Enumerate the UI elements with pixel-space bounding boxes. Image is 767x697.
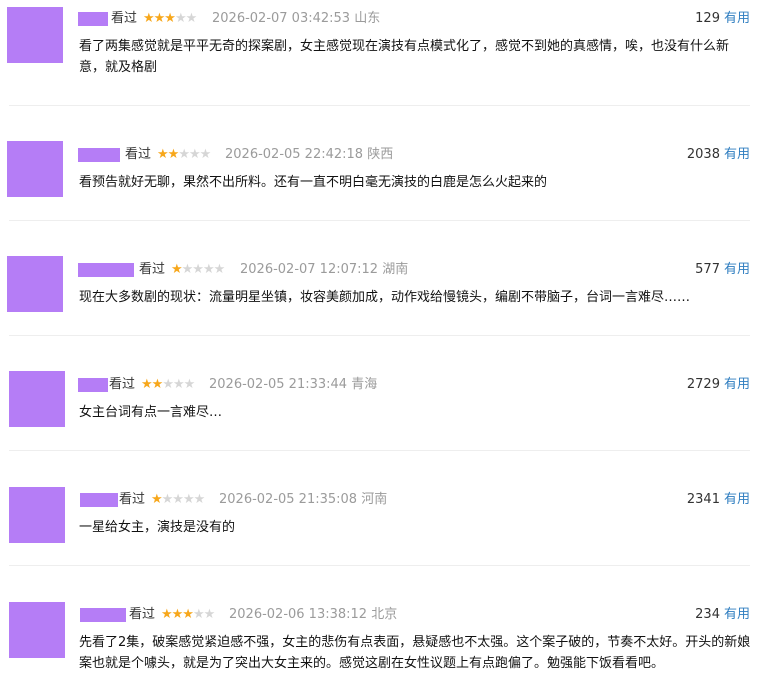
vote-area: 2038 有用 xyxy=(687,147,750,163)
rating-stars: ★★★★★ xyxy=(171,262,225,277)
vote-count: 234 xyxy=(695,607,720,622)
watched-label: 看过 xyxy=(125,147,152,162)
review-date: 2026-02-05 22:42:18 陕西 xyxy=(225,147,394,162)
rating-stars: ★★★★★ xyxy=(141,377,195,392)
divider xyxy=(9,335,750,336)
review-text: 女主台词有点一言难尽… xyxy=(79,405,223,420)
avatar[interactable] xyxy=(9,487,65,543)
username-redacted[interactable] xyxy=(80,608,126,622)
vote-area: 129 有用 xyxy=(695,11,750,27)
rating-stars: ★★★★★ xyxy=(143,11,197,26)
review-date: 2026-02-05 21:33:44 青海 xyxy=(209,377,378,392)
vote-area: 2341 有用 xyxy=(687,492,750,508)
review-text: 看预告就好无聊，果然不出所料。还有一直不明白毫无演技的白鹿是怎么火起来的 xyxy=(79,175,548,190)
divider xyxy=(9,565,750,566)
username-redacted[interactable] xyxy=(80,493,118,507)
useful-button[interactable]: 有用 xyxy=(724,492,750,507)
useful-button[interactable]: 有用 xyxy=(724,607,750,622)
review-date: 2026-02-05 21:35:08 河南 xyxy=(219,492,388,507)
vote-area: 234 有用 xyxy=(695,607,750,623)
useful-button[interactable]: 有用 xyxy=(724,11,750,26)
useful-button[interactable]: 有用 xyxy=(724,377,750,392)
avatar[interactable] xyxy=(9,371,65,427)
useful-button[interactable]: 有用 xyxy=(724,147,750,162)
avatar[interactable] xyxy=(7,141,63,197)
watched-label: 看过 xyxy=(119,492,146,507)
username-redacted[interactable] xyxy=(78,12,108,26)
divider xyxy=(9,105,750,106)
avatar[interactable] xyxy=(7,7,63,63)
rating-stars: ★★★★★ xyxy=(157,147,211,162)
username-redacted[interactable] xyxy=(78,378,108,392)
rating-stars: ★★★★★ xyxy=(151,492,205,507)
avatar[interactable] xyxy=(7,256,63,312)
watched-label: 看过 xyxy=(109,377,136,392)
watched-label: 看过 xyxy=(139,262,166,277)
useful-button[interactable]: 有用 xyxy=(724,262,750,277)
vote-count: 2341 xyxy=(686,492,720,507)
review-text: 先看了2集，破案感觉紧迫感不强，女主的悲伤有点表面，悬疑感也不太强。这个案子破的… xyxy=(79,635,751,671)
review-text: 一星给女主，演技是没有的 xyxy=(79,520,236,535)
divider xyxy=(9,450,750,451)
avatar[interactable] xyxy=(9,602,65,658)
vote-area: 2729 有用 xyxy=(687,377,750,393)
watched-label: 看过 xyxy=(129,607,156,622)
vote-count: 577 xyxy=(695,262,720,277)
review-date: 2026-02-07 03:42:53 山东 xyxy=(212,11,381,26)
username-redacted[interactable] xyxy=(78,263,134,277)
watched-label: 看过 xyxy=(111,11,138,26)
rating-stars: ★★★★★ xyxy=(161,607,215,622)
review-date: 2026-02-07 12:07:12 湖南 xyxy=(240,262,409,277)
review-date: 2026-02-06 13:38:12 北京 xyxy=(229,607,398,622)
vote-count: 129 xyxy=(695,11,720,26)
vote-count: 2038 xyxy=(686,147,720,162)
divider xyxy=(9,220,750,221)
username-redacted[interactable] xyxy=(78,148,120,162)
review-text: 看了两集感觉就是平平无奇的探案剧，女主感觉现在演技有点模式化了，感觉不到她的真感… xyxy=(79,39,730,75)
vote-count: 2729 xyxy=(686,377,720,392)
vote-area: 577 有用 xyxy=(695,262,750,278)
review-text: 现在大多数剧的现状：流量明星坐镇，妆容美颜加成，动作戏给慢镜头，编剧不带脑子，台… xyxy=(79,290,691,305)
